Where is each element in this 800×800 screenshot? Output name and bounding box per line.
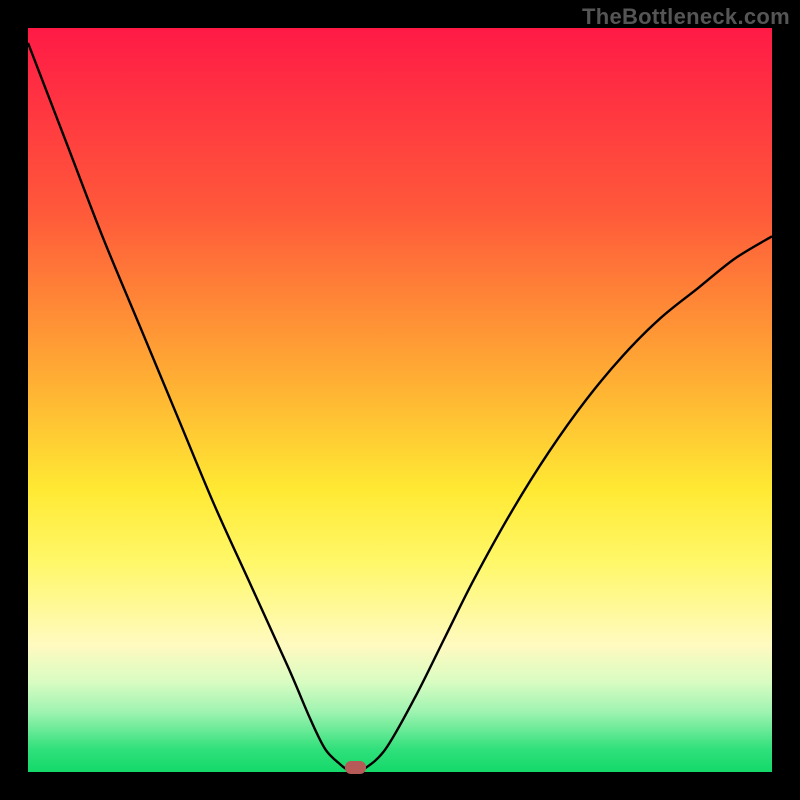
chart-frame: TheBottleneck.com [0, 0, 800, 800]
bottleneck-curve [28, 28, 772, 772]
plot-area [28, 28, 772, 772]
watermark-text: TheBottleneck.com [582, 4, 790, 30]
minimum-marker [345, 761, 366, 774]
curve-path [28, 43, 772, 772]
